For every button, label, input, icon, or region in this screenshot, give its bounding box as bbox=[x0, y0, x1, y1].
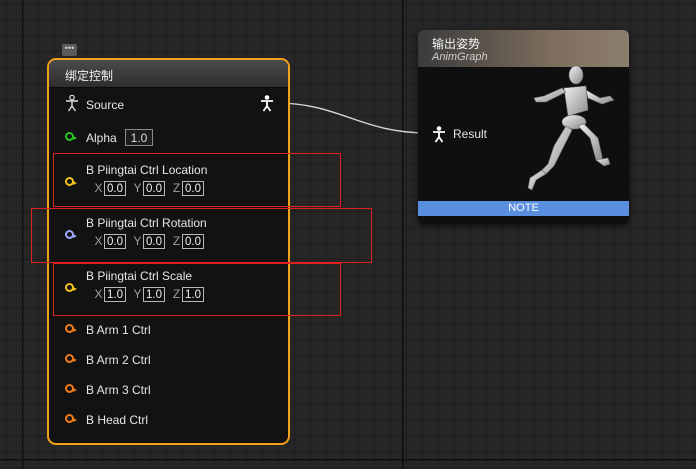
pose-pin-icon[interactable] bbox=[65, 95, 79, 112]
alpha-label: Alpha bbox=[86, 131, 117, 145]
output-pose-pin-icon[interactable] bbox=[260, 95, 274, 112]
node-title: 绑定控制 bbox=[65, 69, 114, 83]
rotation-highlight-box bbox=[31, 208, 372, 263]
alpha-pin-icon[interactable] bbox=[65, 132, 77, 141]
comment-bubble-icon[interactable]: ••• bbox=[62, 44, 77, 56]
arm3-pin-row[interactable]: B Arm 3 Ctrl bbox=[49, 379, 288, 401]
mannequin-icon bbox=[527, 66, 615, 191]
output-node-title: 输出姿势 bbox=[432, 37, 481, 51]
source-label: Source bbox=[86, 98, 125, 112]
note-bar[interactable]: NOTE bbox=[418, 201, 629, 216]
location-highlight-box bbox=[53, 153, 341, 207]
head-label: B Head Ctrl bbox=[86, 413, 149, 427]
output-pose-node[interactable]: 输出姿势 AnimGraph Result NOTE bbox=[418, 30, 629, 224]
arm1-pin-row[interactable]: B Arm 1 Ctrl bbox=[49, 319, 288, 341]
scale-highlight-box bbox=[53, 263, 341, 316]
alpha-input[interactable]: 1.0 bbox=[125, 129, 153, 146]
source-pin-row[interactable]: Source bbox=[49, 94, 288, 116]
output-node-subtitle: AnimGraph bbox=[432, 51, 488, 63]
result-pin-icon[interactable] bbox=[432, 126, 446, 143]
alpha-pin-row[interactable]: Alpha 1.0 bbox=[49, 127, 288, 149]
arm3-label: B Arm 3 Ctrl bbox=[86, 383, 151, 397]
head-pin-row[interactable]: B Head Ctrl bbox=[49, 409, 288, 431]
head-pin-icon[interactable] bbox=[65, 414, 77, 423]
result-label: Result bbox=[453, 127, 488, 141]
node-header: 绑定控制 bbox=[49, 60, 288, 88]
output-node-header: 输出姿势 AnimGraph bbox=[418, 30, 629, 67]
arm1-pin-icon[interactable] bbox=[65, 324, 77, 333]
arm2-label: B Arm 2 Ctrl bbox=[86, 353, 151, 367]
arm1-label: B Arm 1 Ctrl bbox=[86, 323, 151, 337]
arm2-pin-icon[interactable] bbox=[65, 354, 77, 363]
arm2-pin-row[interactable]: B Arm 2 Ctrl bbox=[49, 349, 288, 371]
arm3-pin-icon[interactable] bbox=[65, 384, 77, 393]
